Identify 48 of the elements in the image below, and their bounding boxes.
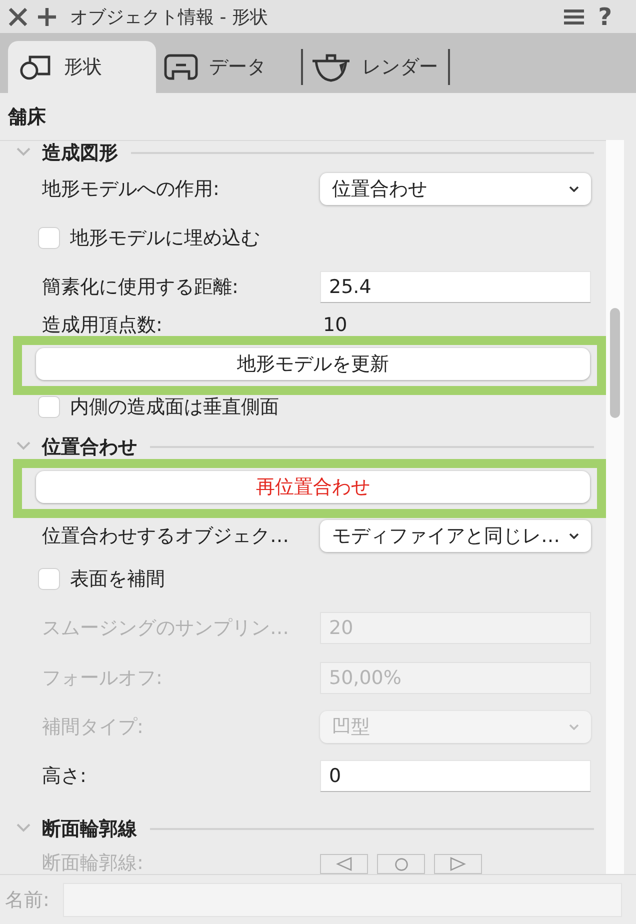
window-title: オブジェクト情報 - 形状 bbox=[70, 6, 268, 28]
chevron-down-icon bbox=[569, 533, 579, 539]
plus-icon[interactable] bbox=[38, 8, 56, 26]
action-button[interactable]: 再位置合わせ bbox=[36, 471, 590, 503]
circle-icon bbox=[394, 858, 408, 870]
checkbox[interactable] bbox=[38, 396, 60, 418]
left-triangle-icon bbox=[336, 857, 352, 871]
chevron-icon[interactable] bbox=[16, 146, 31, 156]
tray-icon bbox=[164, 54, 198, 80]
menu-icon[interactable] bbox=[564, 8, 584, 24]
section-title: 位置合わせ bbox=[42, 435, 137, 459]
checkbox-label: 表面を補間 bbox=[70, 568, 165, 590]
field-label: フォールオフ: bbox=[42, 667, 162, 689]
field-label: 高さ: bbox=[42, 765, 86, 787]
shapes-icon bbox=[20, 54, 51, 80]
checkbox-label: 内側の造成面は垂直側面 bbox=[70, 396, 279, 418]
checkbox[interactable] bbox=[38, 568, 60, 590]
object-type-label: 舗床 bbox=[8, 104, 46, 128]
checkbox-label: 地形モデルに埋め込む bbox=[70, 226, 260, 248]
text-field[interactable]: 25.4 bbox=[320, 271, 591, 303]
dropdown[interactable]: モディファイアと同じレ… bbox=[320, 520, 591, 552]
help-button[interactable]: ? bbox=[598, 2, 612, 30]
field-label: 造成用頂点数: bbox=[42, 314, 162, 336]
field-value: 10 bbox=[323, 314, 348, 336]
scrollbar-thumb[interactable] bbox=[610, 308, 620, 418]
field-label: 位置合わせするオブジェク… bbox=[42, 525, 289, 547]
tab[interactable]: データ bbox=[156, 41, 301, 93]
section-title: 断面輪郭線 bbox=[42, 817, 137, 841]
field-label: 簡素化に使用する距離: bbox=[42, 276, 238, 298]
field-label: 地形モデルへの作用: bbox=[42, 178, 220, 200]
dropdown[interactable]: 位置合わせ bbox=[320, 173, 591, 205]
section-title: 造成図形 bbox=[42, 141, 118, 165]
field-label: 補間タイプ: bbox=[42, 716, 144, 738]
tab[interactable]: 形状 bbox=[8, 41, 156, 93]
chevron-icon[interactable] bbox=[16, 440, 31, 450]
action-button[interactable]: 地形モデルを更新 bbox=[36, 348, 590, 380]
teapot-icon bbox=[311, 52, 351, 82]
field-label: 名前: bbox=[5, 888, 50, 912]
chevron-down-icon bbox=[569, 186, 579, 192]
tab[interactable]: レンダー bbox=[303, 41, 448, 93]
field-label: スムージングのサンプリン… bbox=[42, 617, 289, 639]
chevron-down-icon bbox=[569, 724, 579, 730]
right-triangle-icon bbox=[450, 857, 466, 871]
chevron-icon[interactable] bbox=[16, 822, 31, 832]
field-label: 断面輪郭線: bbox=[42, 852, 144, 874]
checkbox[interactable] bbox=[38, 226, 60, 248]
close-icon[interactable] bbox=[8, 6, 28, 26]
text-field[interactable]: 0 bbox=[320, 760, 591, 792]
